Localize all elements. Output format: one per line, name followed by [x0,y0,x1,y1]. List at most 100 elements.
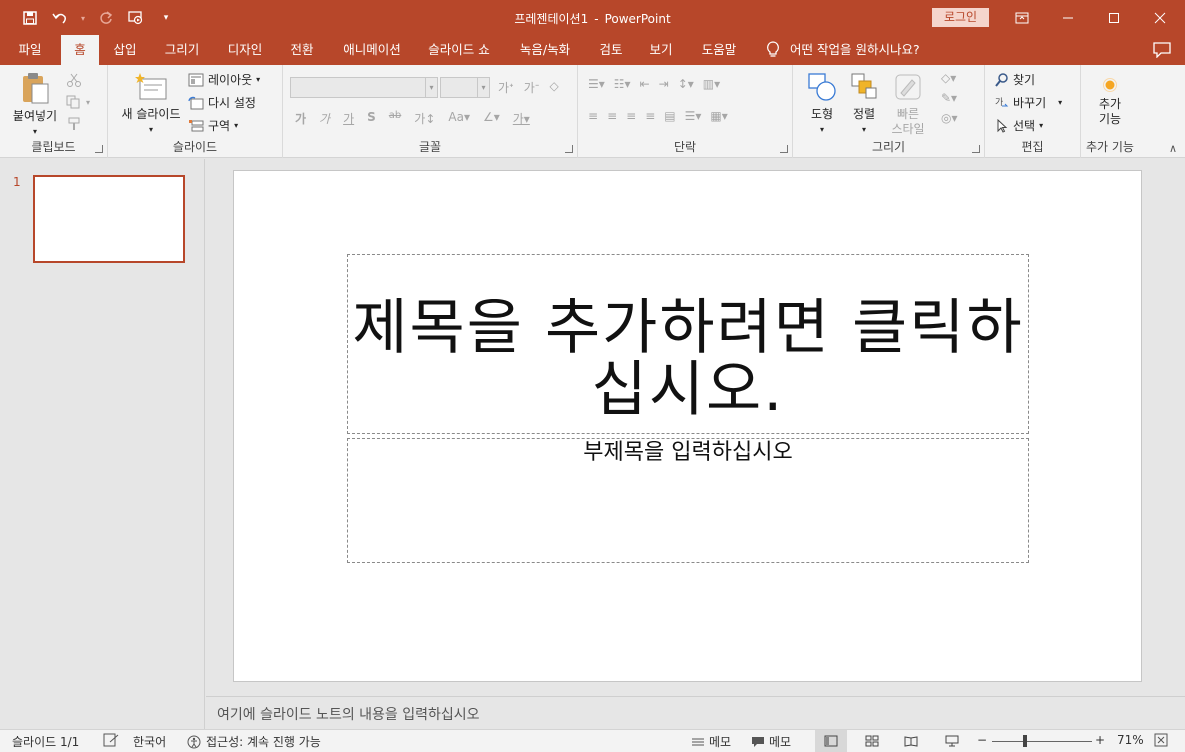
tab-review[interactable]: 검토 [591,35,631,65]
spelling-icon[interactable] [103,733,119,747]
normal-view-icon[interactable] [815,730,847,752]
drawing-launcher-icon[interactable] [972,145,980,153]
replace-button[interactable]: 가 바꾸기 ▾ [995,94,1062,111]
paste-icon [23,73,49,104]
tell-me-search[interactable]: 어떤 작업을 원하시나요? [766,35,920,65]
slideshow-view-icon[interactable] [936,730,968,752]
zoom-slider-thumb[interactable] [1023,735,1027,747]
notes-toggle[interactable]: 메모 [691,733,731,750]
tab-help[interactable]: 도움말 [694,35,744,65]
font-name-combo[interactable]: ▾ [290,77,438,98]
justify-icon[interactable]: ≡ [645,109,655,123]
zoom-slider-track[interactable] [992,741,1092,742]
clear-format-icon[interactable]: ◇ [549,79,558,96]
increase-font-icon[interactable]: 가ᐩ [498,79,514,96]
notes-placeholder: 여기에 슬라이드 노트의 내용을 입력하십시오 [217,707,480,723]
bold-icon[interactable]: 가 [295,110,306,127]
select-icon [997,118,1008,133]
clipboard-launcher-icon[interactable] [95,145,103,153]
layout-button[interactable]: 레이아웃 ▾ [188,71,260,88]
tab-view[interactable]: 보기 [641,35,681,65]
section-button[interactable]: 구역 ▾ [188,117,238,134]
align-center-icon[interactable]: ≡ [607,109,617,123]
tab-slideshow[interactable]: 슬라이드 쇼 [421,35,497,65]
increase-indent-icon[interactable]: ⇥ [659,77,669,91]
distributed-icon[interactable]: ▤ [664,109,675,123]
zoom-percent[interactable]: 71% [1117,733,1144,747]
group-label-addins: 추가 기능 [1086,140,1134,154]
tab-animations[interactable]: 애니메이션 [336,35,408,65]
format-painter-icon[interactable] [66,117,82,131]
addins-label-1: 추가 [1098,97,1122,111]
slide-sorter-icon[interactable] [856,730,888,752]
subtitle-placeholder[interactable]: 부제목을 입력하십시오 [347,438,1029,563]
zoom-in-button[interactable]: + [1095,733,1105,747]
strikethrough-icon[interactable]: ab [389,110,401,127]
tab-home[interactable]: 홈 [61,35,99,65]
decrease-font-icon[interactable]: 가ᐨ [524,79,540,96]
font-size-combo[interactable]: ▾ [440,77,490,98]
shape-fill-icon[interactable]: ◇▾ [941,71,958,85]
notes-pane[interactable]: 여기에 슬라이드 노트의 내용을 입력하십시오 [206,696,1185,729]
group-slides: 새 슬라이드 ▾ 레이아웃 ▾ 다시 설정 구역 ▾ 슬라이드 [108,65,283,158]
tab-record[interactable]: 녹음/녹화 [511,35,579,65]
collapse-ribbon-icon[interactable]: ∧ [1169,142,1177,155]
underline-icon[interactable]: 가 [343,110,354,127]
copy-icon[interactable]: ▾ [66,95,90,109]
reset-button[interactable]: 다시 설정 [188,94,256,111]
shape-effects-icon[interactable]: ◎▾ [941,111,958,125]
bullets-icon[interactable]: ☰▾ [588,77,605,91]
highlight-icon[interactable]: ∠▾ [483,110,500,127]
font-color-icon[interactable]: 가▾ [513,110,530,127]
find-button[interactable]: 찾기 [995,71,1035,88]
ribbon-display-options-icon[interactable] [999,0,1045,35]
comments-icon[interactable] [1153,42,1171,58]
group-editing: 찾기 가 바꾸기 ▾ 선택 ▾ 편집 [985,65,1081,158]
title-placeholder[interactable]: 제목을 추가하려면 클릭하 십시오. [347,254,1029,434]
close-icon[interactable] [1137,0,1183,35]
maximize-icon[interactable] [1091,0,1137,35]
align-right-icon[interactable]: ≡ [626,109,636,123]
decrease-indent-icon[interactable]: ⇤ [640,77,650,91]
subtitle-text: 부제목을 입력하십시오 [583,440,793,465]
reading-view-icon[interactable] [895,730,927,752]
section-icon [189,119,204,131]
shapes-button[interactable]: 도형 ▾ [803,71,841,137]
select-button[interactable]: 선택 ▾ [995,117,1043,134]
paste-button[interactable]: 붙여넣기 ▾ [8,71,62,139]
shape-outline-icon[interactable]: ✎▾ [941,91,958,105]
new-slide-button[interactable]: 새 슬라이드 ▾ [116,71,186,137]
minimize-icon[interactable] [1045,0,1091,35]
zoom-out-button[interactable]: − [977,733,987,747]
shadow-icon[interactable]: S [367,110,376,127]
language-status[interactable]: 한국어 [133,733,166,750]
slide-thumbnail[interactable] [33,175,185,263]
tab-design[interactable]: 디자인 [220,35,270,65]
smartart-icon[interactable]: ▦▾ [710,109,727,123]
change-case-icon[interactable]: Aa▾ [448,110,470,127]
fit-to-window-icon[interactable] [1154,733,1168,747]
arrange-button[interactable]: 정렬 ▾ [845,71,883,137]
numbering-icon[interactable]: ☷▾ [614,77,631,91]
quick-styles-button[interactable]: 빠른 스타일 [885,71,931,137]
italic-icon[interactable]: 가 [319,110,330,127]
tab-transitions[interactable]: 전환 [282,35,322,65]
align-left-icon[interactable]: ≡ [588,109,598,123]
tab-insert[interactable]: 삽입 [104,35,146,65]
columns-icon[interactable]: ▥▾ [703,77,720,91]
font-launcher-icon[interactable] [565,145,573,153]
line-spacing-icon[interactable]: ↕▾ [678,77,694,91]
accessibility-status[interactable]: 접근성: 계속 진행 가능 [186,733,321,750]
comments-toggle[interactable]: 메모 [751,733,791,750]
cut-icon[interactable] [66,73,82,87]
char-spacing-icon[interactable]: 가↕ [414,110,435,127]
tab-file[interactable]: 파일 [8,35,52,65]
tab-draw[interactable]: 그리기 [157,35,207,65]
paragraph-launcher-icon[interactable] [780,145,788,153]
login-button[interactable]: 로그인 [932,8,989,27]
notes-icon [692,738,704,745]
group-paragraph: ☰▾ ☷▾ ⇤ ⇥ ↕▾ ▥▾ ≡ ≡ ≡ ≡ ▤ ☰▾ ▦▾ 단락 [578,65,793,158]
text-align-icon[interactable]: ☰▾ [685,109,702,123]
addins-button[interactable]: 추가 기능 [1087,77,1133,127]
new-slide-icon [135,73,167,100]
